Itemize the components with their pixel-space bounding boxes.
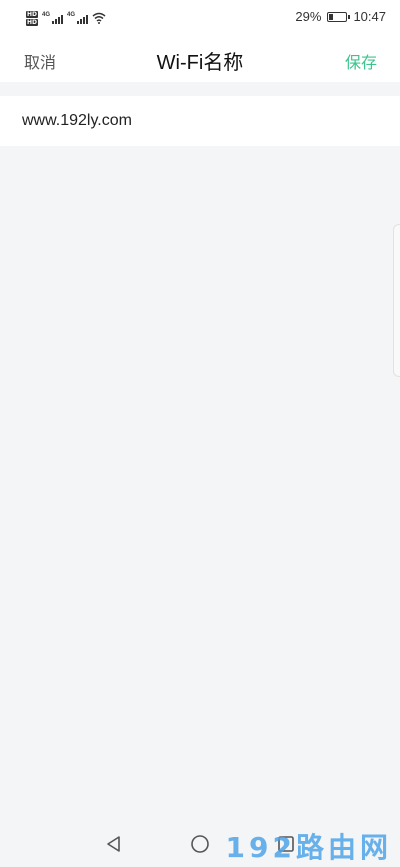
signal-icon-1: 4G <box>42 12 64 24</box>
hd-badges: HD HD <box>26 10 39 26</box>
clock: 10:47 <box>353 9 386 24</box>
hd-badge-1: HD <box>26 10 39 18</box>
navigation-bar: 取消 Wi-Fi名称 保存 <box>0 34 400 82</box>
save-button[interactable]: 保存 <box>345 49 377 73</box>
page-title: Wi-Fi名称 <box>156 52 244 74</box>
battery-percent: 29% <box>295 9 322 24</box>
charging-icon: ⚡ <box>334 11 341 21</box>
wifi-name-input[interactable] <box>22 96 378 146</box>
hd-badge-2: HD <box>26 18 39 26</box>
network-type-2: 4G <box>67 12 76 18</box>
battery-level <box>329 13 334 20</box>
watermark-text: 192路由网 <box>225 831 392 864</box>
ssid-input-row <box>0 96 400 146</box>
watermark: 192路由网 <box>226 826 392 866</box>
home-icon[interactable] <box>190 834 210 854</box>
edge-panel-handle[interactable] <box>393 224 400 377</box>
back-icon[interactable] <box>104 834 124 854</box>
wifi-icon <box>92 12 106 24</box>
battery-icon: ⚡ <box>327 11 351 22</box>
status-bar: HD HD 4G 4G 29% ⚡ 10:47 <box>0 0 400 34</box>
status-icons-left: HD HD 4G 4G <box>26 7 106 29</box>
network-type-1: 4G <box>42 12 51 18</box>
signal-icon-2: 4G <box>67 12 89 24</box>
status-icons-right: 29% ⚡ 10:47 <box>295 9 386 24</box>
